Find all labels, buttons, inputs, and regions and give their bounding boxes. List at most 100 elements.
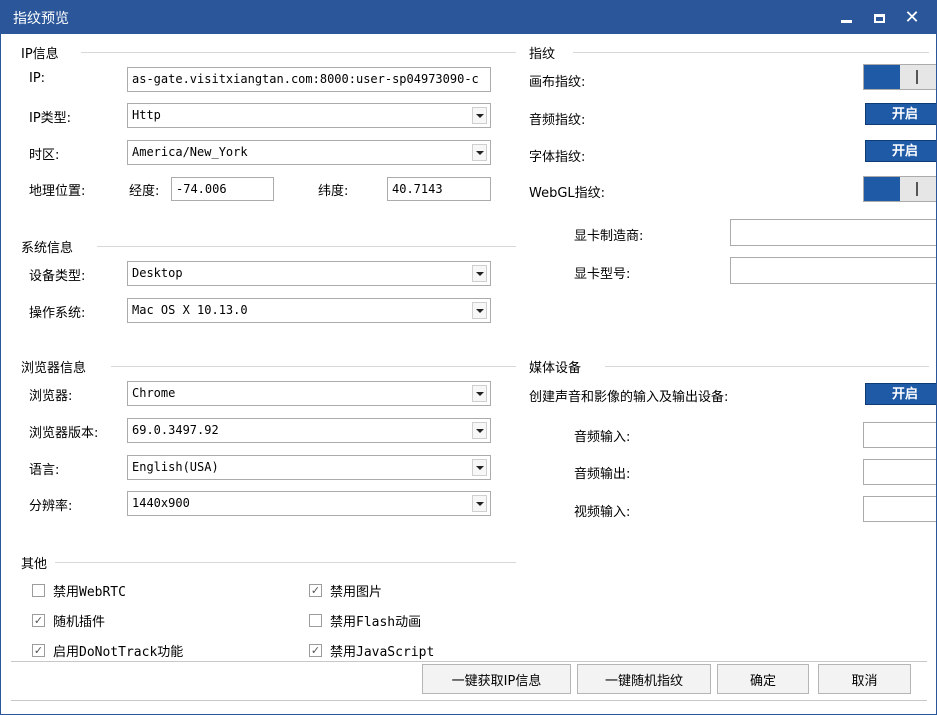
section-divider <box>605 366 929 367</box>
maximize-button[interactable] <box>865 5 893 31</box>
chevron-down-icon[interactable] <box>472 265 487 282</box>
section-divider <box>81 52 516 53</box>
section-divider <box>573 52 929 53</box>
chevron-down-icon[interactable] <box>472 422 487 439</box>
option-label: 禁用WebRTC <box>53 585 126 600</box>
chevron-down-icon[interactable] <box>472 459 487 476</box>
timezone-select[interactable]: America/New_York <box>127 140 491 165</box>
option-disable-images[interactable]: ✓ 禁用图片 <box>309 581 382 600</box>
gpu-vendor-label: 显卡制造商: <box>574 229 644 244</box>
longitude-field[interactable]: -74.006 <box>171 177 274 201</box>
minimize-icon <box>840 19 852 23</box>
section-divider <box>111 366 516 367</box>
geo-label: 地理位置: <box>29 184 86 199</box>
ok-button[interactable]: 确定 <box>717 664 809 694</box>
toggle-mark-icon <box>916 70 918 84</box>
language-value: English(USA) <box>132 460 219 474</box>
option-random-plugins[interactable]: ✓ 随机插件 <box>32 611 105 630</box>
audio-output-field[interactable] <box>863 459 936 485</box>
font-fp-toggle[interactable]: 开启 <box>865 140 936 162</box>
audio-output-label: 音频输出: <box>574 467 631 482</box>
ip-section-title: IP信息 <box>21 47 59 62</box>
resolution-select[interactable]: 1440x900 <box>127 491 491 516</box>
other-section-header: 其他 <box>21 553 516 572</box>
title-bar: 指纹预览 ✕ <box>1 1 936 34</box>
chevron-down-icon[interactable] <box>472 385 487 402</box>
option-label: 禁用图片 <box>330 585 383 600</box>
gpu-model-field[interactable] <box>730 257 936 284</box>
random-fingerprint-button[interactable]: 一键随机指纹 <box>577 664 711 694</box>
option-label: 禁用JavaScript <box>330 645 435 660</box>
device-type-select[interactable]: Desktop <box>127 261 491 286</box>
footer-divider <box>11 661 927 662</box>
checkbox-icon[interactable] <box>32 584 45 597</box>
audio-fp-label: 音频指纹: <box>529 113 586 128</box>
option-disable-javascript[interactable]: ✓ 禁用JavaScript <box>309 641 434 660</box>
toggle-mark-icon <box>916 182 918 196</box>
ip-type-label: IP类型: <box>29 111 72 126</box>
latitude-label: 纬度: <box>318 184 349 199</box>
checkbox-icon[interactable]: ✓ <box>309 584 322 597</box>
device-type-value: Desktop <box>132 266 183 280</box>
fingerprint-section-header: 指纹 <box>529 43 929 62</box>
audio-fp-toggle[interactable]: 开启 <box>865 103 936 125</box>
option-disable-flash[interactable]: 禁用Flash动画 <box>309 611 421 630</box>
chevron-down-icon[interactable] <box>472 144 487 161</box>
option-label: 随机插件 <box>53 615 106 630</box>
browser-value: Chrome <box>132 386 176 400</box>
close-button[interactable]: ✕ <box>898 5 926 31</box>
video-input-field[interactable] <box>863 496 936 522</box>
os-select[interactable]: Mac OS X 10.13.0 <box>127 298 491 323</box>
option-disable-webrtc[interactable]: 禁用WebRTC <box>32 581 126 600</box>
browser-select[interactable]: Chrome <box>127 381 491 406</box>
ip-label: IP: <box>29 71 46 86</box>
footer-bottom-line <box>11 700 927 701</box>
other-section-title: 其他 <box>21 557 48 572</box>
timezone-label: 时区: <box>29 148 60 163</box>
ip-type-select[interactable]: Http <box>127 103 491 128</box>
checkbox-icon[interactable]: ✓ <box>309 644 322 657</box>
media-create-label: 创建声音和影像的输入及输出设备: <box>529 390 729 405</box>
browser-section-header: 浏览器信息 <box>21 357 516 376</box>
resolution-label: 分辨率: <box>29 499 73 514</box>
video-input-label: 视频输入: <box>574 505 631 520</box>
option-label: 禁用Flash动画 <box>330 615 422 630</box>
window-title: 指纹预览 <box>13 11 69 27</box>
language-label: 语言: <box>29 463 60 478</box>
section-divider <box>97 246 516 247</box>
fingerprint-preview-window: 指纹预览 ✕ IP信息 IP: as-gate.visitxiangtan.co… <box>0 0 937 715</box>
toggle-knob <box>864 177 900 201</box>
ip-field[interactable]: as-gate.visitxiangtan.com:8000:user-sp04… <box>127 67 491 92</box>
toggle-knob <box>864 65 900 89</box>
audio-input-field[interactable] <box>863 422 936 448</box>
webgl-fp-label: WebGL指纹: <box>529 186 606 201</box>
canvas-fp-label: 画布指纹: <box>529 75 586 90</box>
fingerprint-section-title: 指纹 <box>529 47 556 62</box>
canvas-fp-toggle[interactable] <box>863 64 936 90</box>
longitude-label: 经度: <box>129 184 160 199</box>
chevron-down-icon[interactable] <box>472 302 487 319</box>
system-section-header: 系统信息 <box>21 237 516 256</box>
font-fp-label: 字体指纹: <box>529 150 586 165</box>
checkbox-icon[interactable]: ✓ <box>32 644 45 657</box>
option-enable-dnt[interactable]: ✓ 启用DoNotTrack功能 <box>32 641 183 660</box>
option-label: 启用DoNotTrack功能 <box>53 645 184 660</box>
cancel-button[interactable]: 取消 <box>818 664 911 694</box>
section-divider <box>55 562 516 563</box>
language-select[interactable]: English(USA) <box>127 455 491 480</box>
gpu-vendor-field[interactable] <box>730 219 936 246</box>
browser-version-select[interactable]: 69.0.3497.92 <box>127 418 491 443</box>
media-section-header: 媒体设备 <box>529 357 929 376</box>
chevron-down-icon[interactable] <box>472 107 487 124</box>
os-label: 操作系统: <box>29 306 86 321</box>
checkbox-icon[interactable] <box>309 614 322 627</box>
chevron-down-icon[interactable] <box>472 495 487 512</box>
browser-label: 浏览器: <box>29 389 73 404</box>
webgl-fp-toggle[interactable] <box>863 176 936 202</box>
get-ip-info-button[interactable]: 一键获取IP信息 <box>422 664 571 694</box>
minimize-button[interactable] <box>832 5 860 31</box>
media-create-toggle[interactable]: 开启 <box>865 383 936 405</box>
checkbox-icon[interactable]: ✓ <box>32 614 45 627</box>
latitude-field[interactable]: 40.7143 <box>387 177 491 201</box>
system-section-title: 系统信息 <box>21 241 74 256</box>
